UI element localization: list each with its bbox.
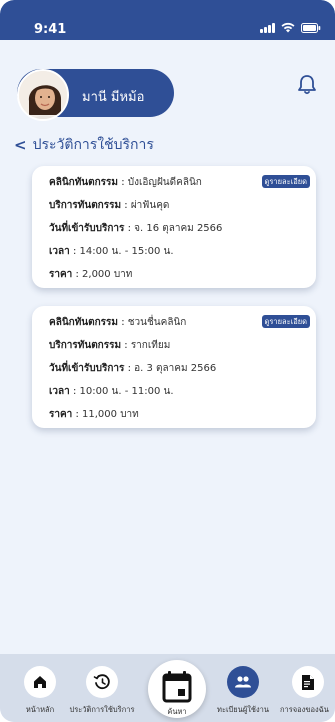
- home-icon: [24, 666, 56, 698]
- service-row: บริการทันตกรรม : รากเทียม: [49, 340, 171, 351]
- status-time: 9:41: [34, 22, 67, 37]
- clinic-value: บังเอิญฝันดีคลินิก: [127, 177, 202, 188]
- nav-home-label: หน้าหลัก: [25, 705, 55, 714]
- service-value: ผ่าฟันคุด: [130, 200, 170, 211]
- date-value: จ. 16 ตุลาคม 2566: [134, 223, 223, 234]
- price-label: ราคา: [49, 409, 73, 420]
- date-row: วันที่เข้ารับบริการ : อ. 3 ตุลาคม 2566: [49, 363, 217, 374]
- status-bar: 9:41: [0, 0, 335, 40]
- time-label: เวลา: [49, 246, 70, 257]
- date-label: วันที่เข้ารับบริการ: [49, 363, 125, 374]
- nav-history[interactable]: ประวัติการใช้บริการ: [62, 666, 142, 716]
- date-label: วันที่เข้ารับบริการ: [49, 223, 125, 234]
- view-details-button[interactable]: ดูรายละเอียด: [261, 315, 310, 328]
- service-row: บริการทันตกรรม : ผ่าฟันคุด: [49, 200, 170, 211]
- clinic-label: คลินิกทันตกรรม: [49, 317, 119, 328]
- avatar[interactable]: [17, 69, 69, 121]
- nav-search-label: ค้นหา: [167, 707, 187, 716]
- clinic-label: คลินิกทันตกรรม: [49, 177, 119, 188]
- time-value: 10:00 น. - 11:00 น.: [79, 386, 174, 397]
- service-label: บริการทันตกรรม: [49, 340, 122, 351]
- nav-register-label: ทะเบียนผู้ใช้งาน: [217, 705, 269, 714]
- price-row: ราคา : 11,000 บาท: [49, 409, 139, 420]
- time-value: 14:00 น. - 15:00 น.: [79, 246, 174, 257]
- signal-icon: [260, 22, 275, 33]
- clinic-row: คลินิกทันตกรรม : ชวนชื่นคลินิก: [49, 317, 187, 328]
- history-icon: [86, 666, 118, 698]
- nav-history-label: ประวัติการใช้บริการ: [69, 705, 135, 714]
- nav-home[interactable]: หน้าหลัก: [20, 666, 60, 716]
- service-value: รากเทียม: [130, 340, 171, 351]
- page-title: ประวัติการใช้บริการ: [32, 137, 154, 153]
- clinic-value: ชวนชื่นคลินิก: [127, 317, 187, 328]
- chevron-left-icon: <: [14, 136, 27, 154]
- nav-register[interactable]: ทะเบียนผู้ใช้งาน: [200, 666, 286, 716]
- profile-name: มานี มีหม้อ: [82, 90, 145, 105]
- battery-icon: [301, 23, 321, 33]
- history-card: คลินิกทันตกรรม : บังเอิญฝันดีคลินิก ดูรา…: [32, 166, 316, 288]
- price-label: ราคา: [49, 269, 73, 280]
- wifi-icon: [281, 22, 295, 33]
- service-label: บริการทันตกรรม: [49, 200, 122, 211]
- nav-booking[interactable]: การจองของฉัน: [280, 666, 335, 716]
- back-button[interactable]: < ประวัติการใช้บริการ: [14, 134, 154, 156]
- clinic-row: คลินิกทันตกรรม : บังเอิญฝันดีคลินิก: [49, 177, 202, 188]
- bell-icon[interactable]: [297, 74, 317, 96]
- history-card: คลินิกทันตกรรม : ชวนชื่นคลินิก ดูรายละเอ…: [32, 306, 316, 428]
- view-details-button[interactable]: ดูรายละเอียด: [261, 175, 310, 188]
- nav-booking-label: การจองของฉัน: [280, 705, 329, 714]
- time-row: เวลา : 14:00 น. - 15:00 น.: [49, 246, 174, 257]
- price-row: ราคา : 2,000 บาท: [49, 269, 133, 280]
- phone-screen: 9:41 มานี มีหม้อ < ประวัติการใช้บริการ ค…: [0, 0, 335, 722]
- status-icons: [260, 22, 321, 33]
- date-value: อ. 3 ตุลาคม 2566: [134, 363, 217, 374]
- time-row: เวลา : 10:00 น. - 11:00 น.: [49, 386, 174, 397]
- date-row: วันที่เข้ารับบริการ : จ. 16 ตุลาคม 2566: [49, 223, 223, 234]
- time-label: เวลา: [49, 386, 70, 397]
- price-value: 2,000 บาท: [82, 269, 133, 280]
- price-value: 11,000 บาท: [82, 409, 139, 420]
- users-icon: [227, 666, 259, 698]
- document-icon: [291, 666, 324, 698]
